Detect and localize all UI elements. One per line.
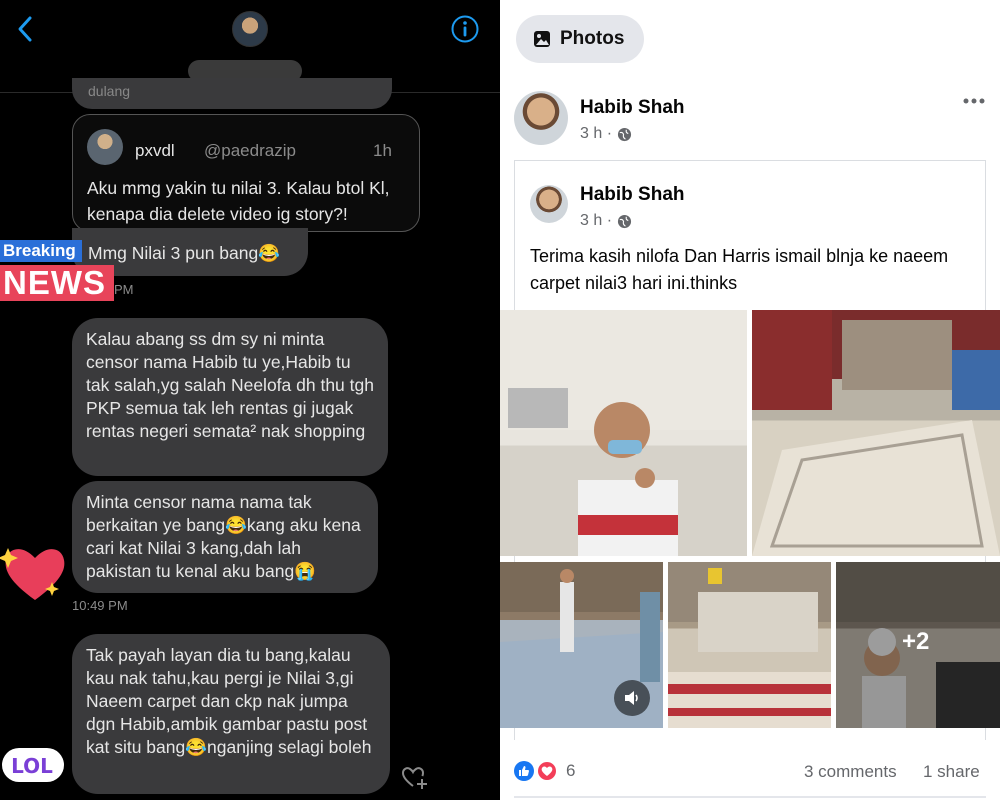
love-reaction-icon	[536, 760, 558, 782]
shares-count[interactable]: 1 share	[923, 762, 980, 782]
shared-post-time[interactable]: 3 h ·	[580, 212, 612, 230]
post-photo-man-on-phone[interactable]	[500, 310, 747, 556]
photo-illustration	[668, 562, 831, 728]
more-options-icon[interactable]	[962, 96, 986, 106]
post-author-name[interactable]: Habib Shah	[580, 97, 685, 119]
photo-illustration	[500, 310, 747, 556]
post-photo-group[interactable]: +2	[836, 562, 1000, 728]
shared-post-meta: 3 h ·	[580, 212, 632, 230]
facebook-post-panel: Photos Habib Shah 3 h · Habib Shah 3 h ·…	[500, 0, 1000, 800]
photo-illustration	[752, 310, 1000, 556]
add-reaction-icon[interactable]	[400, 764, 430, 792]
breaking-news-sticker-bottom: NEWS	[0, 265, 114, 301]
speaker-icon	[625, 691, 638, 705]
post-video-carpet-showroom[interactable]	[500, 562, 663, 728]
quoted-tweet-text: Aku mmg yakin tu nilai 3. Kalau btol Kl,…	[87, 178, 390, 224]
message-bubble[interactable]: Minta censor nama nama tak berkaitan ye …	[72, 481, 378, 593]
message-bubble[interactable]: Tak payah layan dia tu bang,kalau kau na…	[72, 634, 390, 794]
breaking-news-sticker-top: Breaking	[0, 240, 82, 262]
globe-icon	[617, 214, 632, 228]
volume-button[interactable]	[614, 680, 650, 716]
quoted-tweet-card[interactable]: pxvdl @paedrazip 1h Aku mmg yakin tu nil…	[72, 114, 420, 232]
clipped-message-text: dulang	[88, 83, 131, 99]
comments-count[interactable]: 3 comments	[804, 762, 897, 782]
conversation-avatar[interactable]	[232, 11, 268, 47]
message-timestamp: 10:49 PM	[72, 598, 128, 613]
quoted-tweet-handle: @paedrazip	[204, 141, 296, 160]
reactions-summary[interactable]: 6	[514, 760, 575, 782]
dm-conversation-panel: dulang pxvdl @paedrazip 1h Aku mmg yakin…	[0, 0, 500, 800]
photos-button-label: Photos	[560, 28, 625, 49]
partial-timestamp: PM	[114, 282, 134, 297]
quoted-tweet-avatar	[87, 129, 123, 165]
heart-sticker-icon	[0, 548, 65, 600]
post-photo-rolled-carpets[interactable]	[668, 562, 831, 728]
info-icon[interactable]	[450, 14, 480, 44]
globe-icon	[617, 127, 632, 141]
post-photo-carpet-store[interactable]	[752, 310, 1000, 556]
back-arrow-icon[interactable]	[14, 14, 36, 44]
shared-post-text: Terima kasih nilofa Dan Harris ismail bl…	[530, 246, 949, 293]
quoted-tweet-time: 1h	[373, 141, 392, 160]
like-reaction-icon	[514, 761, 534, 781]
shared-author-name[interactable]: Habib Shah	[580, 184, 685, 206]
photos-button[interactable]: Photos	[516, 15, 644, 63]
divider	[514, 796, 986, 798]
lol-sticker: LOL	[2, 748, 64, 782]
author-avatar[interactable]	[514, 91, 568, 145]
message-bubble-clipped: dulang	[72, 78, 392, 109]
quoted-tweet-name: pxvdl	[135, 141, 175, 160]
shared-author-avatar[interactable]	[530, 185, 568, 223]
lol-sticker-text: LOL	[11, 754, 53, 778]
reaction-count: 6	[566, 761, 576, 780]
message-bubble[interactable]: Kalau abang ss dm sy ni minta censor nam…	[72, 318, 388, 476]
more-photos-count[interactable]: +2	[902, 628, 929, 656]
post-time[interactable]: 3 h ·	[580, 125, 612, 143]
post-meta: 3 h ·	[580, 125, 632, 143]
photos-icon	[534, 31, 550, 47]
